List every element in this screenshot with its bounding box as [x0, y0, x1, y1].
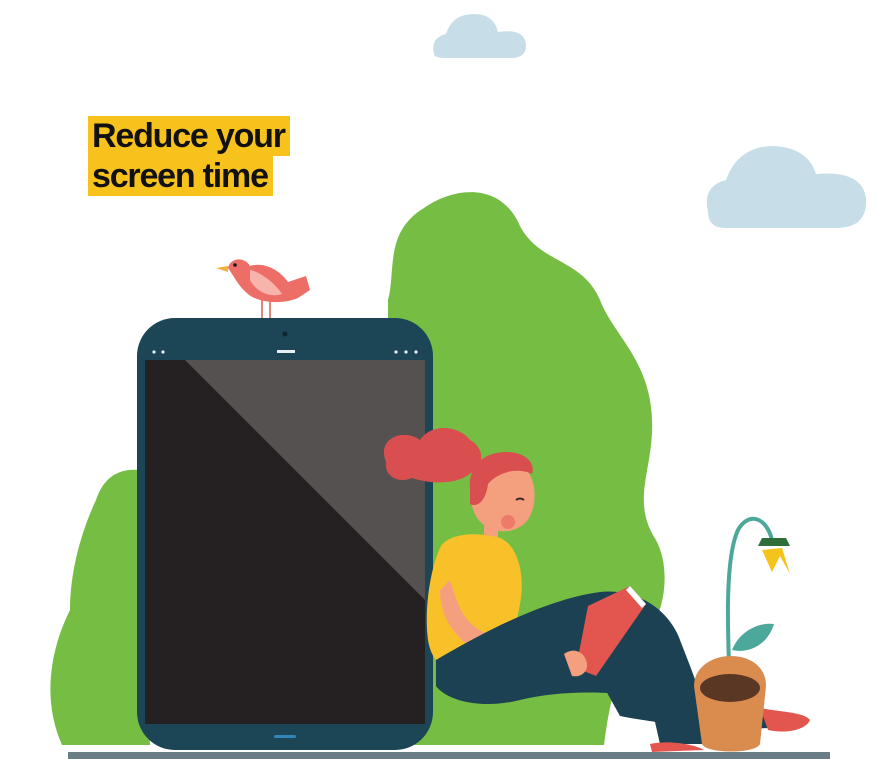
headline: Reduce your screen time [88, 116, 290, 196]
bird-icon [216, 259, 310, 318]
headline-line-1: Reduce your [88, 116, 290, 156]
tablet-icon [137, 318, 433, 750]
headline-line-2: screen time [88, 156, 273, 196]
ground-line [68, 752, 830, 759]
cloud-small-icon [433, 14, 526, 58]
illustration [50, 14, 867, 759]
cloud-large-icon [706, 146, 867, 228]
